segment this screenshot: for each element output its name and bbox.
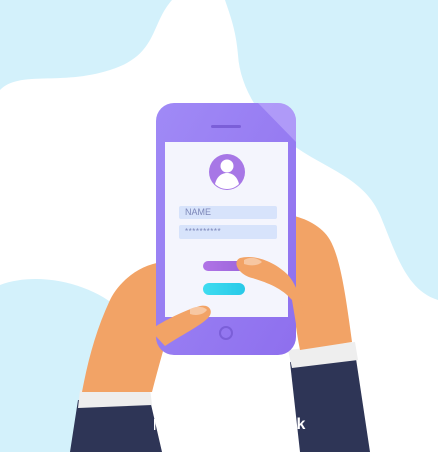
user-avatar-icon xyxy=(209,154,245,190)
credit-brand: freepik xyxy=(252,416,306,433)
credit-line: lesigned by freepik xyxy=(153,414,305,436)
password-input[interactable]: ********** xyxy=(179,225,277,239)
name-input[interactable]: NAME xyxy=(179,206,277,219)
illustration-scene: NAME ********** lesigned by freepik xyxy=(0,0,438,452)
freepik-logo-spacer xyxy=(235,418,249,432)
credit-prefix: lesigned by xyxy=(153,416,229,434)
background-blob-top xyxy=(0,0,172,90)
signup-button[interactable] xyxy=(203,283,245,295)
phone-speaker xyxy=(211,125,241,128)
left-sleeve xyxy=(70,388,162,452)
